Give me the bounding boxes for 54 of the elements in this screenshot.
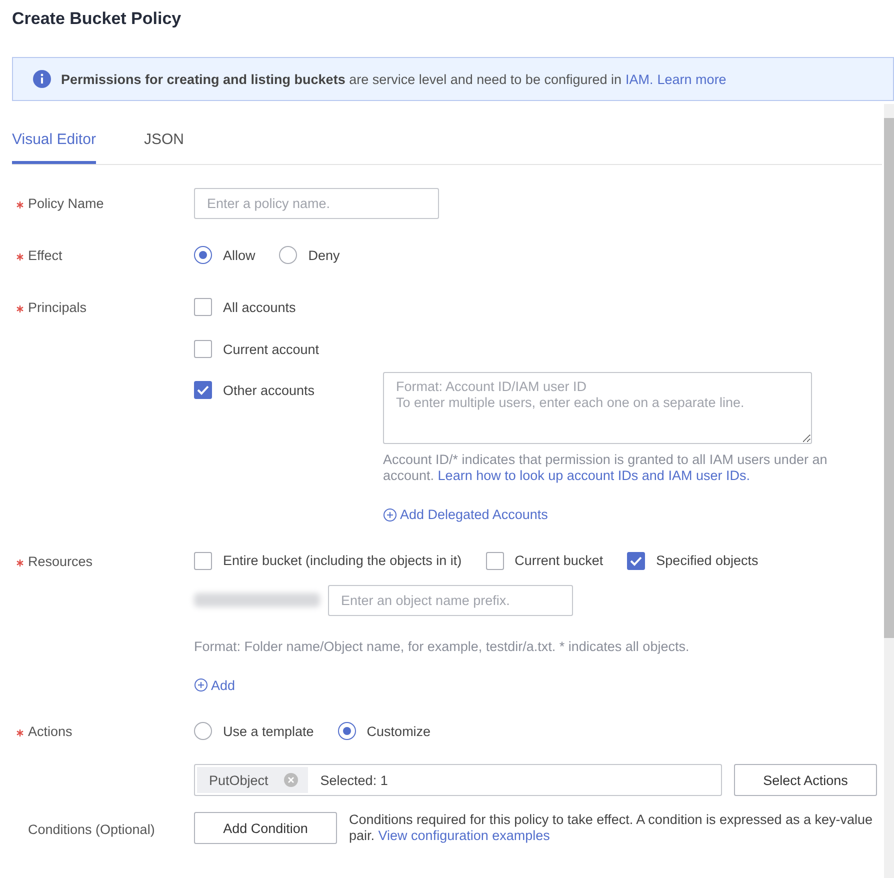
- checkbox[interactable]: [194, 298, 212, 316]
- radio-button[interactable]: [279, 246, 298, 264]
- option-label: Entire bucket (including the objects in it): [223, 553, 462, 568]
- checkbox[interactable]: [627, 552, 646, 570]
- add-link[interactable]: Add Delegated Accounts: [383, 507, 548, 522]
- policy-name-field[interactable]: Enter a policy name.: [194, 188, 439, 219]
- field-label: Resources: [28, 554, 93, 568]
- field-label: Actions: [28, 724, 72, 739]
- option-label: Current bucket: [514, 553, 604, 568]
- hint-text: Account ID/* indicates that permission is granted to all IAM users under an account. Learn how to look up account IDs and IAM user IDs.: [383, 452, 828, 484]
- object-prefix-field[interactable]: Enter an object name prefix.: [328, 584, 573, 616]
- close-icon: [284, 773, 298, 787]
- plus-circle-icon: [383, 508, 397, 522]
- checkbox[interactable]: [486, 552, 504, 570]
- plus-circle-icon: [194, 678, 208, 692]
- option-label: Current account: [223, 342, 320, 356]
- scrollbar[interactable]: [884, 104, 894, 878]
- info-icon: [33, 70, 51, 88]
- radio-button[interactable]: [194, 722, 212, 740]
- check-icon: [197, 385, 209, 395]
- help-link[interactable]: Learn how to look up account IDs and IAM user IDs.: [438, 468, 750, 483]
- tab[interactable]: Visual Editor: [12, 131, 96, 164]
- option-label: Other accounts: [223, 382, 315, 398]
- add-link[interactable]: Add: [194, 678, 236, 692]
- option-label: All accounts: [223, 300, 296, 314]
- info-text: Permissions for creating and listing buckets are service level and need to be configured in: [61, 72, 622, 86]
- option-label: Deny: [308, 248, 340, 262]
- account-id-field[interactable]: Format: Account ID/IAM user ID To enter multiple users, enter each one on a separate line.: [383, 372, 812, 444]
- selected-count: Selected: 1: [320, 772, 388, 788]
- select-actions-button[interactable]: Select Actions: [734, 764, 877, 796]
- field-label: Effect: [28, 248, 62, 263]
- info-link[interactable]: Learn more: [657, 72, 726, 86]
- radio-button[interactable]: [194, 246, 212, 264]
- option-label: Specified objects: [656, 553, 758, 568]
- conditions-description: Conditions required for this policy to take effect. A condition is expressed as a key-value pair. View configuration examples: [349, 812, 874, 844]
- checkbox[interactable]: [194, 381, 212, 399]
- field-label: Conditions (Optional): [28, 822, 155, 837]
- add-condition-button[interactable]: Add Condition: [194, 812, 337, 844]
- field-label: Principals: [28, 300, 87, 315]
- hint-text: Format: Folder name/Object name, for example, testdir/a.txt. * indicates all objects.: [194, 638, 690, 654]
- info-link[interactable]: IAM.: [626, 72, 654, 86]
- radio-button[interactable]: [338, 722, 356, 740]
- page-title: Create Bucket Policy: [12, 8, 182, 30]
- field-label: Policy Name: [28, 196, 104, 210]
- checkbox[interactable]: [194, 340, 212, 358]
- option-label: Allow: [223, 248, 256, 262]
- option-label: Customize: [366, 724, 431, 738]
- actions-field[interactable]: PutObject Selected: 1: [194, 764, 722, 796]
- option-label: Use a template: [223, 724, 314, 738]
- configuration-examples-link[interactable]: View configuration examples: [378, 828, 550, 843]
- check-icon: [630, 556, 642, 566]
- checkbox[interactable]: [194, 552, 212, 570]
- tab[interactable]: JSON: [144, 131, 184, 164]
- tag-label: PutObject: [209, 772, 268, 788]
